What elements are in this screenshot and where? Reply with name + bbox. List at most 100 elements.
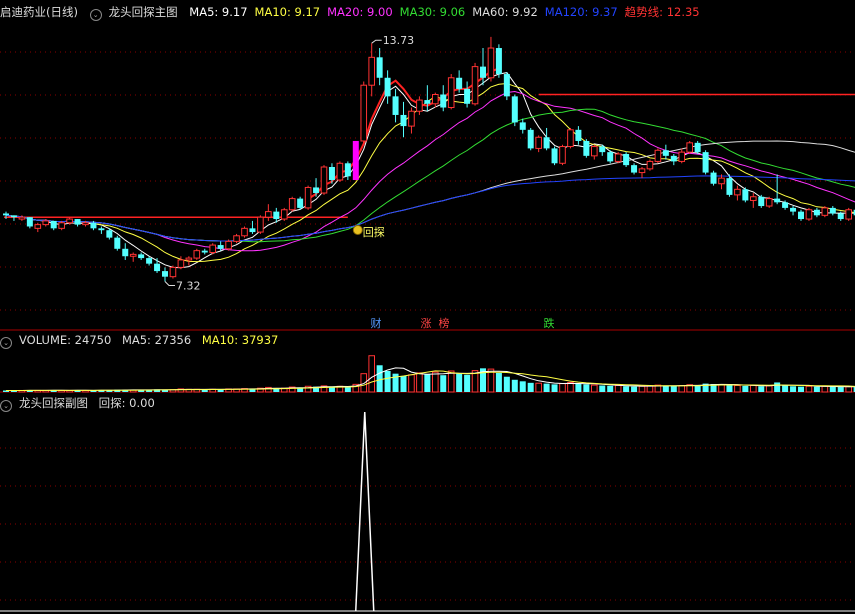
low-label: 7.32	[176, 280, 201, 293]
candle-body	[638, 168, 646, 174]
sub-panel[interactable]	[0, 411, 855, 612]
event-tag: 跌	[544, 316, 555, 330]
candle-body	[646, 160, 654, 170]
candle-body	[34, 224, 42, 229]
candle-body	[114, 237, 121, 249]
candle-body	[408, 110, 415, 127]
low-marker-line	[164, 281, 175, 287]
candle-body	[567, 129, 574, 148]
candle-body	[129, 253, 137, 257]
candle-body	[10, 215, 17, 218]
collapse-icon[interactable]: ⌄	[0, 400, 12, 412]
volume-bar	[782, 385, 789, 392]
ma-item: MA5: 9.17	[189, 5, 248, 19]
candle-body	[686, 142, 694, 153]
volume-bar	[623, 386, 630, 392]
candle-body	[74, 219, 81, 225]
volume-bar	[400, 375, 407, 392]
candle-body	[384, 77, 391, 97]
candle-body	[209, 244, 216, 254]
candle-body	[774, 198, 781, 203]
candle-body	[138, 254, 145, 259]
volume-bar	[758, 386, 765, 392]
stock-title[interactable]: 启迪药业(日线)	[0, 5, 78, 19]
candle-body	[352, 140, 359, 181]
candle-body	[678, 151, 686, 162]
candle-body	[42, 220, 50, 226]
volume-bar	[432, 371, 439, 393]
candle-body	[440, 94, 447, 108]
volume-panel[interactable]	[3, 355, 855, 393]
volume-bar	[424, 374, 431, 392]
candle-body	[837, 213, 844, 220]
candle-body	[193, 250, 201, 259]
main-panel[interactable]	[3, 36, 855, 282]
volume-bar	[440, 375, 447, 392]
sub-value: 回探: 0.00	[98, 396, 155, 410]
candle-body	[758, 196, 765, 207]
candle-body	[249, 228, 256, 233]
volume-bar	[376, 365, 383, 392]
candle-body	[821, 207, 829, 216]
ma-item: MA20: 9.00	[327, 5, 393, 19]
candle-body	[487, 47, 495, 79]
volume-bar	[774, 382, 781, 392]
volume-bar	[631, 386, 638, 392]
candle-body	[845, 209, 853, 220]
candle-body	[480, 66, 486, 78]
candle-body	[18, 216, 26, 220]
volume-bar	[813, 386, 820, 392]
candle-body	[162, 271, 168, 277]
volume-bar	[447, 370, 455, 393]
indicator-name[interactable]: 龙头回探主图	[109, 5, 178, 19]
signal-icon	[352, 225, 363, 235]
volume-bar	[678, 385, 686, 393]
ma-item: MA30: 9.06	[399, 5, 466, 19]
volume-bar	[614, 385, 622, 393]
candle-body	[416, 99, 423, 112]
candle-body	[456, 77, 463, 89]
candle-body	[710, 172, 717, 184]
volume-bar	[646, 385, 654, 393]
candle-body	[519, 122, 526, 130]
candle-body	[360, 84, 368, 142]
candle-body	[591, 146, 598, 157]
collapse-icon[interactable]: ⌄	[0, 337, 12, 349]
candle-body	[623, 153, 630, 166]
candle-body	[798, 211, 804, 220]
candle-body	[503, 74, 510, 97]
high-label: 13.73	[383, 34, 415, 47]
volume-bar	[670, 385, 677, 392]
volume-bar	[765, 385, 773, 393]
candle-body	[551, 148, 558, 164]
candle-body	[297, 198, 304, 208]
sub-title: 龙头回探副图	[19, 396, 88, 410]
volume-title: VOLUME: 24750	[19, 333, 112, 347]
volume-bar	[742, 385, 749, 392]
volume-bar	[511, 379, 518, 392]
volume-bar	[527, 382, 534, 392]
candle-body	[559, 146, 566, 164]
candle-body	[106, 230, 113, 238]
candle-body	[765, 198, 773, 207]
volume-ma10: MA10: 37937	[201, 333, 279, 347]
volume-bar	[599, 385, 606, 392]
volume-bar	[368, 355, 375, 393]
candle-body	[233, 235, 240, 242]
candle-body	[471, 66, 479, 105]
candle-body	[464, 88, 471, 104]
candle-body	[280, 209, 288, 220]
event-tag: 榜	[439, 316, 450, 330]
candle-body	[718, 177, 725, 185]
volume-bar	[408, 374, 415, 393]
annotations: 13.73 7.32 回探财 涨榜 跌	[164, 34, 555, 330]
volume-bar	[607, 385, 614, 392]
signal-label: 回探	[363, 226, 385, 239]
candle-body	[241, 227, 248, 237]
stock-chart[interactable]: 13.73 7.32 回探财 涨榜 跌	[0, 0, 855, 614]
collapse-icon[interactable]: ⌄	[89, 9, 102, 21]
volume-bar	[718, 384, 725, 393]
candle-body	[146, 258, 153, 264]
candle-body	[829, 207, 836, 214]
volume-bar	[726, 385, 733, 392]
